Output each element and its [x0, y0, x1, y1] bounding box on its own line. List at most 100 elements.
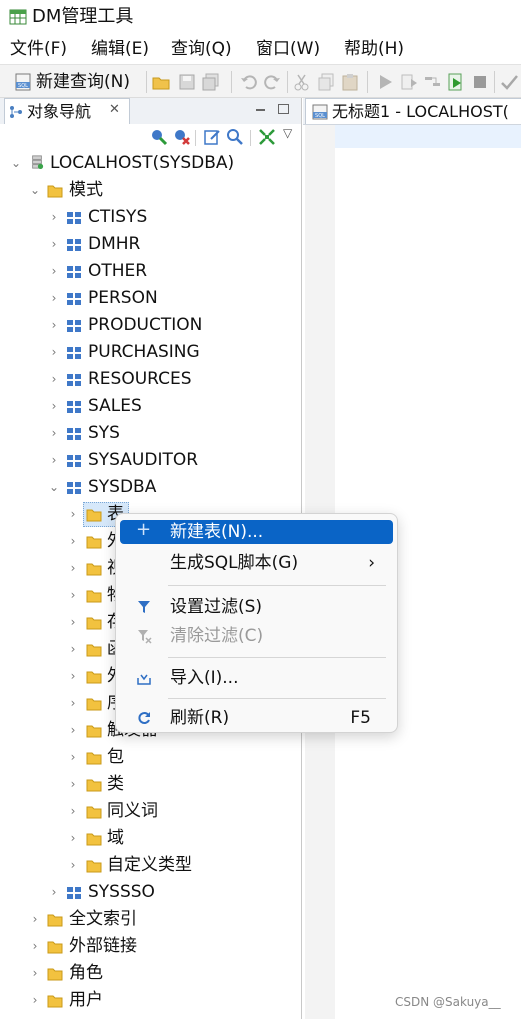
- collapse-caret-icon[interactable]: ⌄: [29, 183, 41, 197]
- expand-caret-icon[interactable]: ›: [67, 642, 79, 656]
- expand-caret-icon[interactable]: ›: [48, 291, 60, 305]
- expand-caret-icon[interactable]: ›: [67, 561, 79, 575]
- editor-current-line[interactable]: [335, 125, 521, 148]
- connect-icon[interactable]: [150, 128, 168, 146]
- maximize-icon[interactable]: [278, 104, 289, 114]
- menu-query[interactable]: 查询(Q): [171, 37, 232, 61]
- tree-node-top-folder[interactable]: › 外部链接: [0, 933, 300, 960]
- expand-caret-icon[interactable]: ›: [29, 912, 41, 926]
- explain-icon[interactable]: [424, 73, 442, 91]
- paste-icon[interactable]: [341, 73, 359, 91]
- menu-help[interactable]: 帮助(H): [344, 37, 404, 61]
- tree-node-top-folder[interactable]: › 全文索引: [0, 906, 300, 933]
- menu-file[interactable]: 文件(F): [10, 37, 67, 61]
- navigator-toolbar: ▽: [0, 124, 301, 152]
- tree-node-label: 模式: [69, 180, 103, 200]
- search-icon[interactable]: [226, 128, 244, 146]
- expand-caret-icon[interactable]: ›: [48, 372, 60, 386]
- tree-node-schema[interactable]: › SYSAUDITOR: [0, 447, 300, 474]
- tree-node-schema[interactable]: › DMHR: [0, 231, 300, 258]
- tree-node-schema[interactable]: › SYS: [0, 420, 300, 447]
- stop-icon[interactable]: [471, 73, 489, 91]
- collapse-caret-icon[interactable]: ⌄: [10, 156, 22, 170]
- close-tab-icon[interactable]: ✕: [109, 102, 120, 117]
- expand-caret-icon[interactable]: ›: [48, 264, 60, 278]
- expand-caret-icon[interactable]: ›: [48, 453, 60, 467]
- save-icon[interactable]: [178, 73, 196, 91]
- tab-untitled-query[interactable]: SQL 无标题1 - LOCALHOST(: [305, 98, 521, 124]
- tab-object-navigator[interactable]: 对象导航 ✕: [4, 98, 130, 124]
- expand-caret-icon[interactable]: ›: [67, 696, 79, 710]
- menu-item-generate-sql[interactable]: 生成SQL脚本(G) ›: [120, 551, 393, 575]
- minimize-icon[interactable]: [256, 109, 265, 111]
- expand-caret-icon[interactable]: ›: [48, 426, 60, 440]
- expand-caret-icon[interactable]: ›: [29, 993, 41, 1007]
- expand-caret-icon[interactable]: ›: [67, 804, 79, 818]
- run-icon[interactable]: [376, 73, 394, 91]
- expand-caret-icon[interactable]: ›: [67, 507, 79, 521]
- open-folder-icon[interactable]: [152, 73, 170, 91]
- expand-caret-icon[interactable]: ›: [48, 237, 60, 251]
- undo-icon[interactable]: [240, 73, 258, 91]
- tree-node-object-folder[interactable]: › 同义词: [0, 798, 300, 825]
- expand-caret-icon[interactable]: ›: [67, 588, 79, 602]
- menu-edit[interactable]: 编辑(E): [91, 37, 149, 61]
- expand-caret-icon[interactable]: ›: [48, 399, 60, 413]
- folder-icon: [86, 777, 102, 792]
- tree-node-top-folder[interactable]: › 用户: [0, 987, 300, 1014]
- tree-node-object-folder[interactable]: › 类: [0, 771, 300, 798]
- tree-node-schema-folder[interactable]: ⌄ 模式: [0, 177, 300, 204]
- expand-caret-icon[interactable]: ›: [67, 858, 79, 872]
- expand-caret-icon[interactable]: ›: [48, 318, 60, 332]
- expand-caret-icon[interactable]: ›: [48, 210, 60, 224]
- menu-item-clear-filter[interactable]: 清除过滤(C): [120, 624, 393, 648]
- tree-node-schema[interactable]: › PRODUCTION: [0, 312, 300, 339]
- tree-node-object-folder[interactable]: › 包: [0, 744, 300, 771]
- expand-caret-icon[interactable]: ›: [29, 939, 41, 953]
- tree-node-schema[interactable]: › CTISYS: [0, 204, 300, 231]
- expand-caret-icon[interactable]: ›: [67, 534, 79, 548]
- new-query-button[interactable]: 新建查询(N): [36, 70, 130, 94]
- tree-node-schema[interactable]: › RESOURCES: [0, 366, 300, 393]
- commit-check-icon[interactable]: [500, 73, 518, 91]
- expand-caret-icon[interactable]: ›: [67, 723, 79, 737]
- tree-node-schema[interactable]: › PERSON: [0, 285, 300, 312]
- tree-node-schema[interactable]: › SALES: [0, 393, 300, 420]
- tree-node-top-folder[interactable]: › 角色: [0, 960, 300, 987]
- collapse-caret-icon[interactable]: ⌄: [48, 480, 60, 494]
- tree-node-object-folder[interactable]: › 域: [0, 825, 300, 852]
- run-step-icon[interactable]: [400, 73, 418, 91]
- tree-node-schema[interactable]: › PURCHASING: [0, 339, 300, 366]
- expand-caret-icon[interactable]: ›: [29, 966, 41, 980]
- redo-icon[interactable]: [263, 73, 281, 91]
- expand-caret-icon[interactable]: ›: [67, 831, 79, 845]
- save-all-icon[interactable]: [202, 73, 220, 91]
- menu-item-import[interactable]: 导入(I)...: [120, 666, 393, 690]
- view-menu-chevron-icon[interactable]: ▽: [283, 126, 292, 140]
- disconnect-icon[interactable]: [173, 128, 191, 146]
- run-script-icon[interactable]: [447, 73, 465, 91]
- tree-node-schema-sysdba[interactable]: ⌄ SYSDBA: [0, 474, 300, 501]
- expand-caret-icon[interactable]: ›: [67, 750, 79, 764]
- copy-icon[interactable]: [317, 73, 335, 91]
- schema-icon: [66, 237, 82, 251]
- menu-item-set-filter[interactable]: 设置过滤(S): [120, 595, 393, 619]
- tree-node-schema-syssso[interactable]: › SYSSSO: [0, 879, 300, 906]
- menu-item-refresh[interactable]: 刷新(R) F5: [120, 706, 393, 730]
- tree-node-root[interactable]: ⌄ LOCALHOST(SYSDBA): [0, 150, 300, 177]
- expand-caret-icon[interactable]: ›: [48, 345, 60, 359]
- schema-icon: [66, 345, 82, 359]
- expand-caret-icon[interactable]: ›: [48, 885, 60, 899]
- expand-caret-icon[interactable]: ›: [67, 777, 79, 791]
- expand-caret-icon[interactable]: ›: [67, 615, 79, 629]
- menu-item-new-table[interactable]: + 新建表(N)...: [120, 520, 393, 544]
- expand-all-icon[interactable]: [258, 128, 276, 146]
- edit-icon[interactable]: [203, 128, 221, 146]
- navigator-header: 对象导航 ✕: [0, 98, 301, 125]
- expand-caret-icon[interactable]: ›: [67, 669, 79, 683]
- menu-window[interactable]: 窗口(W): [256, 37, 320, 61]
- cut-icon[interactable]: [293, 73, 311, 91]
- tree-node-object-folder[interactable]: › 自定义类型: [0, 852, 300, 879]
- tree-node-schema[interactable]: › OTHER: [0, 258, 300, 285]
- submenu-arrow-icon: ›: [368, 553, 375, 573]
